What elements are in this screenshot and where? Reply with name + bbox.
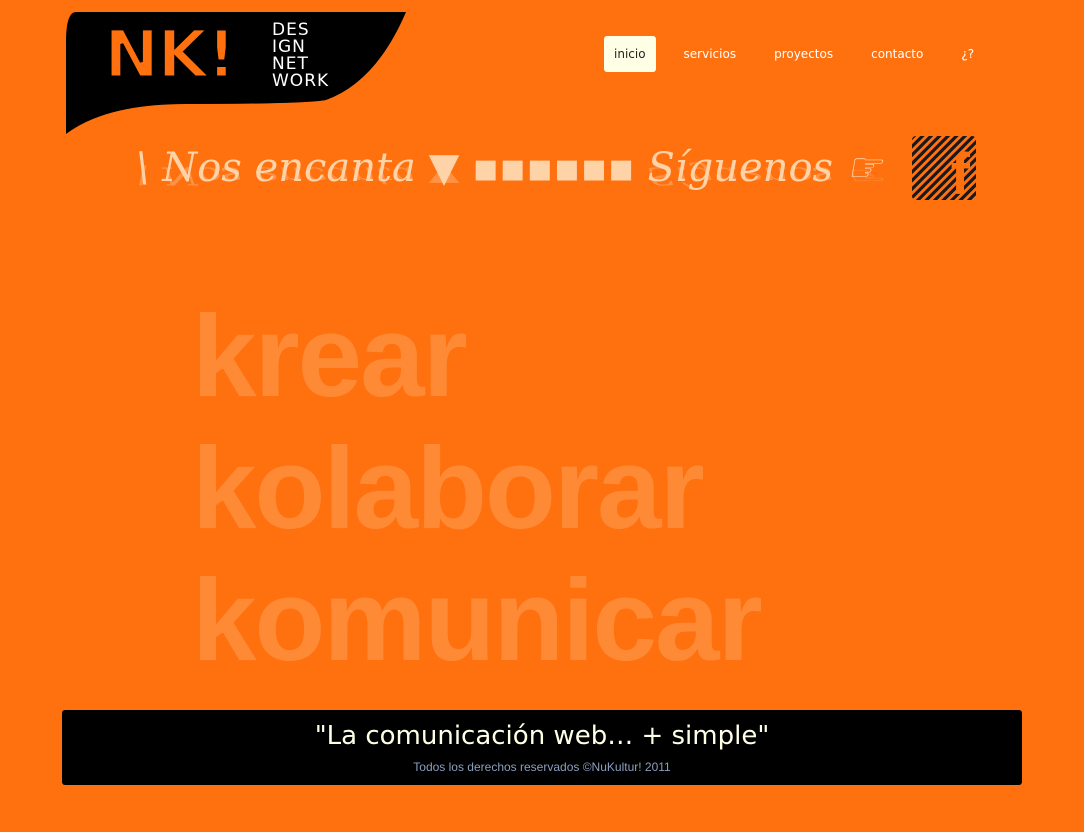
logo-word: WORK <box>272 71 330 91</box>
hero-word: krear <box>192 291 468 421</box>
facebook-icon[interactable]: f <box>912 136 976 200</box>
main-nav: inicio servicios proyectos contacto ¿? <box>604 36 1002 72</box>
footer-copyright: Todos los derechos reservados ©NuKultur!… <box>413 760 671 774</box>
nav-item-servicios[interactable]: servicios <box>674 36 747 72</box>
nav-item-contacto[interactable]: contacto <box>861 36 933 72</box>
nav-item-proyectos[interactable]: proyectos <box>764 36 843 72</box>
facebook-letter: f <box>950 142 970 201</box>
nav-item-inicio[interactable]: inicio <box>604 36 656 72</box>
hero-words: krear kolaborar komunicar <box>192 290 763 686</box>
hero-word: komunicar <box>192 555 763 685</box>
page: NK! DES IGN NET WORK inicio servicios pr… <box>0 0 1084 832</box>
footer: "La comunicación web… + simple" Todos lo… <box>62 710 1022 785</box>
logo[interactable]: NK! DES IGN NET WORK <box>66 12 406 134</box>
logo-words: DES IGN NET WORK <box>272 22 329 90</box>
logo-mark: NK! <box>102 16 238 93</box>
nav-item-about[interactable]: ¿? <box>951 36 984 72</box>
hero-word: kolaborar <box>192 423 705 553</box>
follow-banner: \ Nos encanta ▼ ▪▪▪▪▪▪ Síguenos ☞ <box>136 145 882 191</box>
footer-slogan: "La comunicación web… + simple" <box>314 721 770 751</box>
